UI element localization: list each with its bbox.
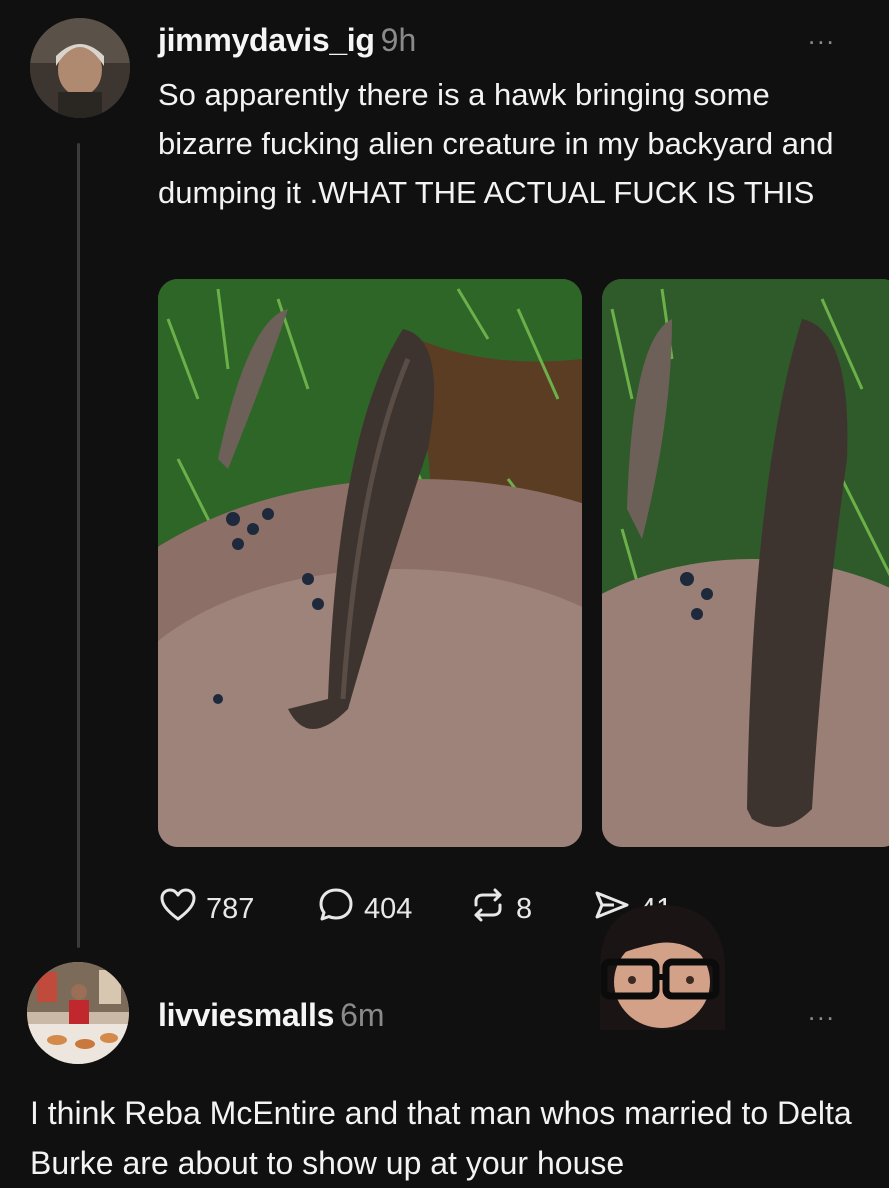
post-more-options-button[interactable]: ... xyxy=(808,20,836,51)
post-username[interactable]: jimmydavis_ig xyxy=(158,22,375,58)
reply-username[interactable]: livviesmalls xyxy=(158,997,334,1033)
reply-timestamp: 6m xyxy=(340,997,385,1033)
like-count: 787 xyxy=(206,892,255,925)
reply-text: I think Reba McEntire and that man whos … xyxy=(30,1095,852,1181)
post-author-avatar[interactable] xyxy=(30,18,130,118)
repost-icon xyxy=(468,885,508,933)
comment-button[interactable]: 404 xyxy=(316,885,412,933)
face-sticker-overlay xyxy=(590,900,730,1030)
thread-connector-line xyxy=(77,143,80,948)
post-header: jimmydavis_ig 9h xyxy=(158,20,416,60)
post-image-2[interactable] xyxy=(602,279,889,847)
reply-header: livviesmalls 6m xyxy=(158,995,385,1035)
reply-more-options-button[interactable]: ... xyxy=(808,996,836,1027)
repost-button[interactable]: 8 xyxy=(468,885,532,933)
post-text: So apparently there is a hawk bringing s… xyxy=(158,77,834,210)
repost-count: 8 xyxy=(516,892,533,925)
reply-author-avatar[interactable] xyxy=(27,962,129,1064)
post-image-1[interactable] xyxy=(158,279,582,847)
post-timestamp: 9h xyxy=(380,22,417,58)
comment-bubble-icon xyxy=(316,885,356,933)
like-button[interactable]: 787 xyxy=(158,885,254,933)
comment-count: 404 xyxy=(364,892,413,925)
heart-icon xyxy=(158,885,198,933)
